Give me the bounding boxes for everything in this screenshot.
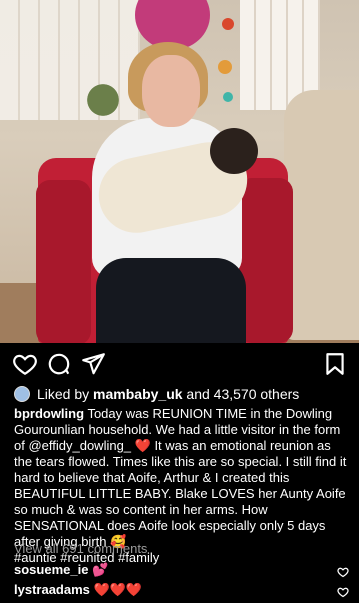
likes-prefix: Liked by <box>37 386 90 402</box>
heart-icon[interactable] <box>12 351 38 377</box>
likes-user[interactable]: mambaby_uk <box>93 386 182 402</box>
post-photo[interactable] <box>0 0 359 343</box>
comment-row: sosueme_ie 💕 <box>14 562 350 578</box>
balloon <box>218 60 232 74</box>
armchair <box>284 90 359 340</box>
baby-head <box>210 128 258 174</box>
balloon <box>223 92 233 102</box>
likes-row[interactable]: Liked by mambaby_uk and 43,570 others <box>14 386 299 402</box>
avatar <box>14 386 30 402</box>
caption-username[interactable]: bprdowling <box>14 406 84 421</box>
comment-like-icon[interactable] <box>337 565 349 578</box>
woman-head <box>142 55 200 127</box>
red-armchair-arm <box>238 178 293 343</box>
comment-icon[interactable] <box>46 351 72 377</box>
bookmark-icon[interactable] <box>322 351 348 377</box>
comment-username[interactable]: sosueme_ie <box>14 562 88 577</box>
comment-like-icon[interactable] <box>337 585 349 598</box>
comment-text: ❤️❤️❤️ <box>93 582 143 597</box>
plant <box>78 70 128 130</box>
likes-suffix[interactable]: and 43,570 others <box>186 386 299 402</box>
comment-text: 💕 <box>92 562 109 577</box>
woman-legs <box>96 258 246 343</box>
red-armchair-arm <box>36 180 91 343</box>
paper-plane-icon[interactable] <box>80 351 106 377</box>
action-bar <box>0 351 359 379</box>
balloon <box>222 18 234 30</box>
comment-username[interactable]: lystraadams <box>14 582 90 597</box>
comment-row: lystraadams ❤️❤️❤️ <box>14 582 350 598</box>
caption-text: Today was REUNION TIME in the Dowling Go… <box>14 406 347 549</box>
view-all-comments-link[interactable]: View all 691 comments <box>14 541 147 556</box>
